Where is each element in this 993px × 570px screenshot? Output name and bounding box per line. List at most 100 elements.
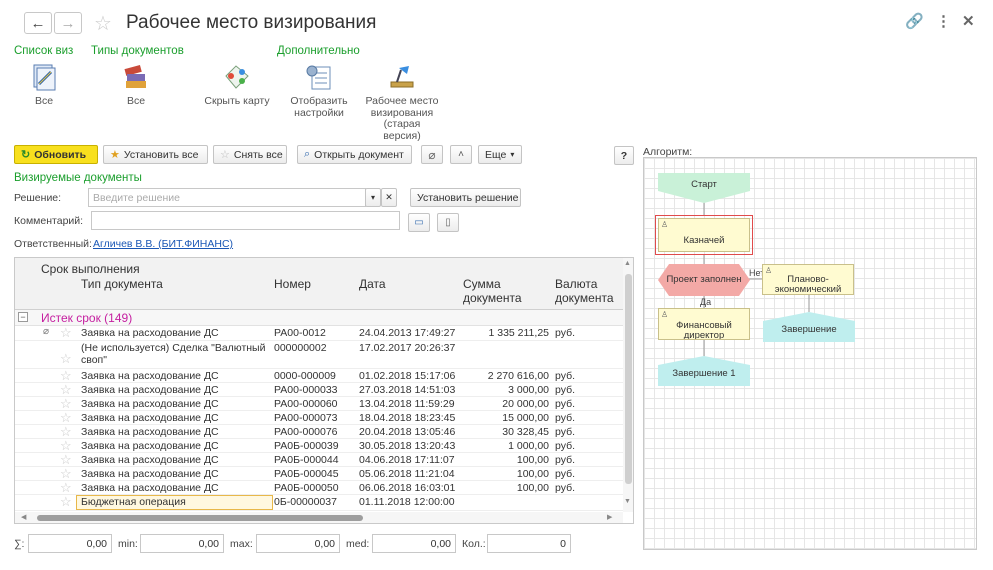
user-icon: ♙ [661, 310, 669, 319]
cell-amount: 15 000,00 [502, 412, 549, 424]
table-row[interactable]: ☆ Заявка на расходование ДС РА0Б-000044 04.… [15, 452, 623, 467]
decision-label: Решение: [14, 192, 62, 204]
doc-types-all-command[interactable]: Все [114, 62, 158, 108]
table-row[interactable]: ☆ Заявка на расходование ДС 0000-000009 01.… [15, 368, 623, 383]
cell-type: (Не используется) Сделка "Валютный своп" [81, 342, 266, 366]
table-row[interactable]: ☆ Заявка на расходование ДС РА0Б-000050 06.… [15, 480, 623, 495]
cell-amount: 100,00 [516, 454, 549, 466]
max-field[interactable]: 0,00 [256, 534, 340, 553]
table-header: Срок выполнения Тип документа Номер Дата… [15, 258, 623, 310]
table-row[interactable]: ☆ Бюджетная операция 0Б-00000037 01.11.2018… [15, 494, 623, 511]
node-project-filled[interactable]: Проект заполнен [658, 264, 750, 296]
cell-date: 06.06.2018 16:03:01 [359, 482, 456, 494]
cell-date: 30.05.2018 13:20:43 [359, 440, 456, 452]
scroll-left-icon[interactable]: ◀ [21, 513, 26, 521]
title-bar: ← → ☆ Рабочее место визирования 🔗 ⋮ ✕ [0, 0, 993, 40]
table-row[interactable]: ☆ Заявка на расходование ДС РА0Б-000045 05.… [15, 466, 623, 481]
cell-currency: руб. [555, 482, 576, 494]
cell-number: 0000-000009 [274, 370, 336, 382]
node-treasurer[interactable]: ♙ Казначей [658, 218, 750, 252]
header-currency[interactable]: Валюта документа [555, 277, 621, 305]
attachment-button[interactable]: ⌀ [421, 145, 443, 164]
collapse-group-icon[interactable]: − [18, 312, 28, 322]
header-doc-type[interactable]: Тип документа [81, 277, 163, 291]
scroll-down-icon[interactable]: ▼ [624, 498, 631, 505]
vertical-scrollbar[interactable]: ▲ ▼ [623, 258, 633, 512]
cell-date: 01.02.2018 15:17:06 [359, 370, 456, 382]
cell-type: Заявка на расходование ДС [81, 384, 219, 396]
table-row[interactable]: ☆ Заявка на расходование ДС РА00-000073 18.… [15, 410, 623, 425]
cell-currency: руб. [555, 468, 576, 480]
table-row[interactable]: ☆ Заявка на расходование ДС РА00-000033 27.… [15, 382, 623, 397]
header-amount[interactable]: Сумма документа [463, 277, 543, 305]
row-star-icon[interactable]: ☆ [60, 351, 72, 367]
responsible-link[interactable]: Агличев В.В. (БИТ.ФИНАНС) [93, 238, 233, 250]
decision-clear-button[interactable]: ✕ [381, 188, 397, 207]
back-button[interactable]: ← [24, 12, 52, 34]
show-settings-command[interactable]: Отобразить настройки [286, 62, 352, 119]
comment-input[interactable] [91, 211, 400, 230]
row-star-icon[interactable]: ☆ [60, 494, 72, 510]
decision-dropdown-button[interactable]: ▾ [365, 188, 381, 207]
cell-amount: 1 335 211,25 [488, 327, 549, 339]
list-all-command[interactable]: Все [22, 62, 66, 108]
scroll-up-icon[interactable]: ▲ [624, 260, 631, 267]
scroll-right-icon[interactable]: ▶ [607, 513, 612, 521]
link-icon[interactable]: 🔗 [905, 12, 924, 30]
group-row-overdue[interactable]: − Истек срок (149) [15, 310, 623, 326]
map-icon [225, 65, 249, 89]
min-field[interactable]: 0,00 [140, 534, 224, 553]
cell-type: Заявка на расходование ДС [81, 426, 219, 438]
cell-number: РА0Б-000050 [274, 482, 339, 494]
set-decision-button[interactable]: Установить решение [410, 188, 521, 207]
table-row[interactable]: ⌀ ☆ Заявка на расходование ДС РА00-0012 24.0… [15, 325, 623, 341]
collapse-button[interactable]: ˄ [450, 145, 472, 164]
comment-history-button[interactable]: ▭ [408, 213, 430, 232]
refresh-icon: ↻ [21, 149, 31, 161]
cell-number: РА00-000073 [274, 412, 338, 424]
node-planning[interactable]: ♙ Планово-экономический [762, 264, 854, 295]
decision-input[interactable]: Введите решение [88, 188, 366, 207]
header-deadline[interactable]: Срок выполнения [41, 262, 140, 276]
comment-label: Комментарий: [14, 215, 84, 227]
dropdown-arrow-icon: ▾ [370, 193, 375, 202]
clear-all-button[interactable]: ☆ Снять все [213, 145, 287, 164]
comment-doc-button[interactable]: ▯ [437, 213, 459, 232]
help-button[interactable]: ? [614, 146, 634, 165]
clear-icon: ✕ [385, 192, 393, 202]
cell-number: РА00-000033 [274, 384, 338, 396]
node-fin-director[interactable]: ♙ Финансовый директор [658, 308, 750, 340]
forward-button[interactable]: → [54, 12, 82, 34]
hide-map-command[interactable]: Скрыть карту [202, 62, 272, 108]
table-row[interactable]: ☆ Заявка на расходование ДС РА00-000060 13.… [15, 396, 623, 411]
close-icon[interactable]: ✕ [962, 12, 975, 30]
table-row[interactable]: ☆ (Не используется) Сделка "Валютный своп… [15, 341, 623, 369]
table-row[interactable]: ☆ Заявка на расходование ДС РА00-000076 20.… [15, 424, 623, 439]
user-icon: ♙ [765, 266, 773, 275]
table-row[interactable]: ☆ Заявка на расходование ДС РА0Б-000039 30.… [15, 438, 623, 453]
page-icon: ▯ [445, 217, 451, 228]
vertical-scroll-thumb[interactable] [625, 274, 632, 484]
favorite-star-icon[interactable]: ☆ [94, 11, 112, 36]
horizontal-scroll-thumb[interactable] [37, 515, 363, 521]
cell-number: 000000002 [274, 342, 327, 354]
more-vertical-icon[interactable]: ⋮ [936, 12, 951, 30]
cell-amount: 100,00 [516, 468, 549, 480]
refresh-button[interactable]: ↻ Обновить [14, 145, 98, 164]
sum-field[interactable]: 0,00 [28, 534, 112, 553]
cell-type: Заявка на расходование ДС [81, 454, 219, 466]
more-button[interactable]: Еще ▾ [478, 145, 522, 164]
med-field[interactable]: 0,00 [372, 534, 456, 553]
header-number[interactable]: Номер [274, 277, 311, 291]
row-star-icon[interactable]: ☆ [60, 325, 72, 341]
algorithm-map[interactable]: Старт ♙ Казначей Проект заполнен Нет Да … [643, 157, 977, 550]
set-all-button[interactable]: ★ Установить все [103, 145, 208, 164]
cell-date: 13.04.2018 11:59:29 [359, 398, 455, 410]
open-document-button[interactable]: ⌕ Открыть документ [297, 145, 412, 164]
header-date[interactable]: Дата [359, 277, 386, 291]
cell-currency: руб. [555, 370, 576, 382]
count-field[interactable]: 0 [487, 534, 571, 553]
sum-label: ∑: [14, 538, 25, 550]
horizontal-scrollbar[interactable]: ◀ ▶ [15, 512, 623, 523]
old-workplace-command[interactable]: Рабочее место визирования (старая версия… [364, 62, 440, 142]
